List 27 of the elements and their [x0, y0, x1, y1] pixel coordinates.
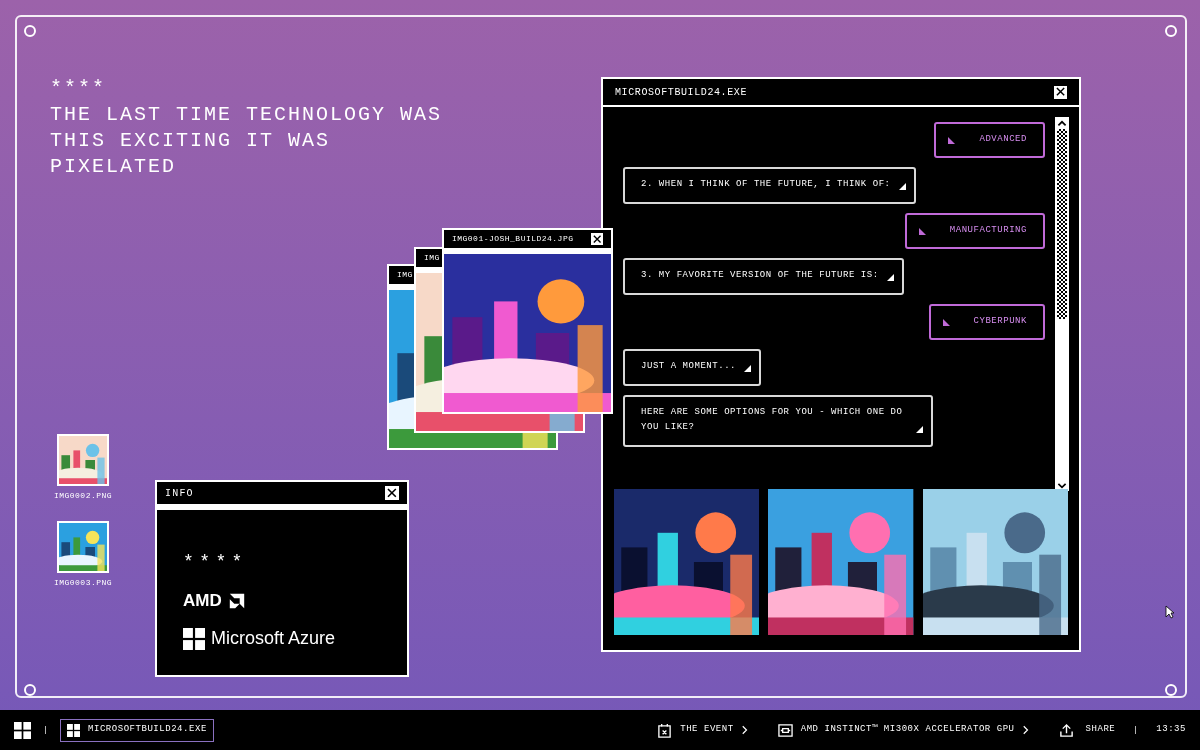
- window-title: IMG001-JOSH_BUILD24.JPG: [452, 233, 574, 245]
- window-title: MICROSOFTBUILD24.EXE: [615, 85, 748, 100]
- brand-logo-text: Microsoft Azure: [211, 627, 336, 651]
- headline: THE LAST TIME TECHNOLOGY WAS THIS EXCITING IT WAS PIXELATED: [50, 102, 444, 180]
- question-text: 2. WHEN I THINK OF THE FUTURE, I THINK OF:: [641, 178, 891, 191]
- answer-bubble[interactable]: MANUFACTURING: [904, 213, 1045, 249]
- taskbar-app-button[interactable]: MICROSOFTBUILD24.EXE: [60, 718, 214, 742]
- file-name: IMG0003.PNG: [53, 577, 113, 589]
- window-title: INFO: [165, 486, 194, 501]
- file-name: IMG0002.PNG: [53, 490, 113, 502]
- taskbar-link[interactable]: AMD INSTINCT™ MI300X ACCELERATOR GPU: [777, 722, 1029, 738]
- asterisks-text: ****: [50, 76, 107, 102]
- share-button[interactable]: SHARE: [1058, 722, 1116, 738]
- answer-bubble[interactable]: CYBERPUNK: [928, 304, 1045, 340]
- question-text: JUST A MOMENT...: [641, 360, 737, 373]
- answer-text: MANUFACTURING: [949, 224, 1028, 238]
- answer-bubble[interactable]: ADVANCED: [934, 122, 1045, 158]
- question-text: 3. MY FAVORITE VERSION OF THE FUTURE IS:: [641, 269, 879, 282]
- answer-text: CYBERPUNK: [973, 315, 1028, 329]
- question-text: HERE ARE SOME OPTIONS FOR YOU - WHICH ONE DO YOU LIKE?: [641, 406, 904, 434]
- asterisks-text: ****: [183, 550, 249, 574]
- taskbar-link[interactable]: THE EVENT: [657, 722, 748, 738]
- window-title: IMG: [424, 252, 440, 264]
- answer-text: ADVANCED: [979, 133, 1028, 147]
- window-title: IMG: [397, 269, 413, 281]
- clock-time: 13:35: [1156, 723, 1186, 737]
- brand-logo-text: AMD: [183, 589, 222, 612]
